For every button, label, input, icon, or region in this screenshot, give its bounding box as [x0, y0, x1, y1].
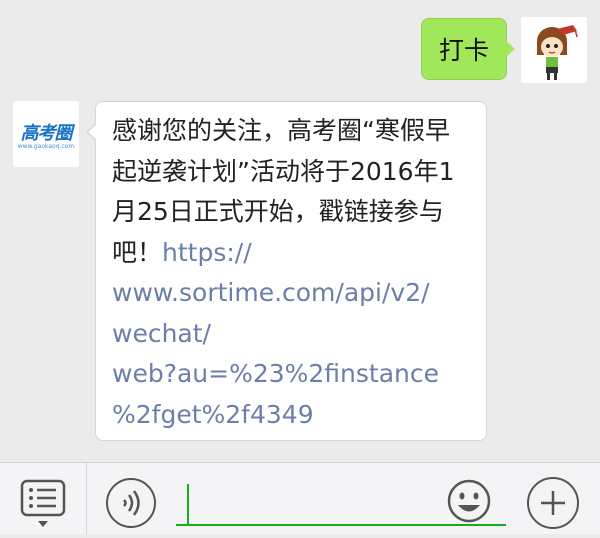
cartoon-avatar-icon	[521, 17, 587, 83]
message-link[interactable]: %2fget%2f4349	[112, 395, 472, 436]
message-link[interactable]: web?au=%23%2finstance	[112, 354, 472, 395]
voice-icon	[123, 490, 140, 516]
outgoing-message-text: 打卡	[438, 36, 489, 65]
emoji-button[interactable]	[446, 478, 492, 524]
outgoing-message-bubble[interactable]: 打卡	[421, 18, 515, 80]
message-text-line: 起逆袭计划”活动将于2016年1	[112, 156, 455, 186]
incoming-message-bubble[interactable]: 感谢您的关注，高考圈“寒假早 起逆袭计划”活动将于2016年1 月25日正式开始…	[86, 101, 487, 441]
message-link[interactable]: www.sortime.com/api/v2/	[112, 273, 472, 314]
more-options-button[interactable]	[527, 477, 579, 529]
chat-area: 打卡 高考圈 www.gaokaoq.com 感谢您的关注，高考圈“寒假早 起逆…	[0, 0, 600, 462]
sender-logo-text: 高考圈	[20, 123, 73, 144]
message-text-line: 感谢您的关注，高考圈“寒假早	[112, 116, 450, 145]
menu-list-icon	[20, 479, 66, 527]
my-avatar[interactable]	[521, 17, 587, 83]
sender-logo-url: www.gaokaoq.com	[17, 143, 75, 150]
emoji-icon	[447, 479, 491, 523]
message-text: 吧！	[112, 237, 163, 267]
message-text-line: 月25日正式开始，戳链接参与	[112, 197, 444, 226]
voice-button[interactable]	[106, 478, 156, 528]
message-text-line-with-link: 吧！https://	[112, 233, 472, 274]
message-link[interactable]: https://	[162, 238, 252, 267]
sender-avatar[interactable]: 高考圈 www.gaokaoq.com	[13, 101, 79, 167]
menu-toggle-button[interactable]	[0, 463, 87, 534]
message-link[interactable]: wechat/	[112, 314, 472, 355]
input-underline	[176, 524, 506, 526]
plus-icon	[541, 491, 565, 515]
text-caret	[187, 484, 189, 524]
